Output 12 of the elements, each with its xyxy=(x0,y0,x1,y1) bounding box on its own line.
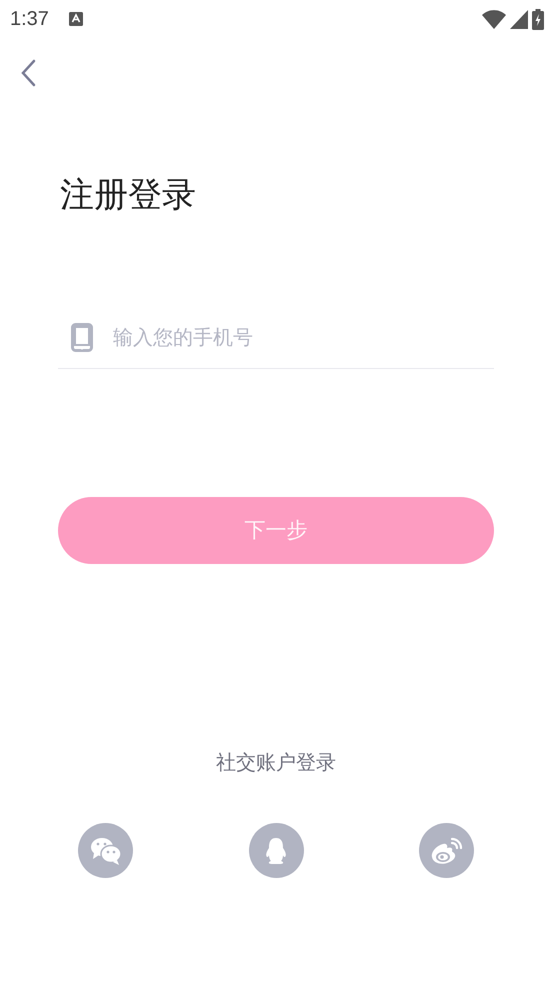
penguin-icon xyxy=(264,836,288,864)
social-login-label: 社交账户登录 xyxy=(216,751,336,776)
status-time: 1:37 xyxy=(10,7,49,32)
signal-icon xyxy=(510,10,528,28)
keyboard-notification-icon xyxy=(68,12,83,26)
page-title: 注册登录 xyxy=(60,175,196,216)
battery-charging-icon xyxy=(532,8,544,30)
chat-bubbles-icon xyxy=(90,836,122,866)
phone-icon xyxy=(71,323,93,352)
weibo-eye-icon xyxy=(430,836,464,866)
phone-input-field[interactable]: 输入您的手机号 xyxy=(113,322,494,352)
wifi-icon xyxy=(482,10,506,28)
